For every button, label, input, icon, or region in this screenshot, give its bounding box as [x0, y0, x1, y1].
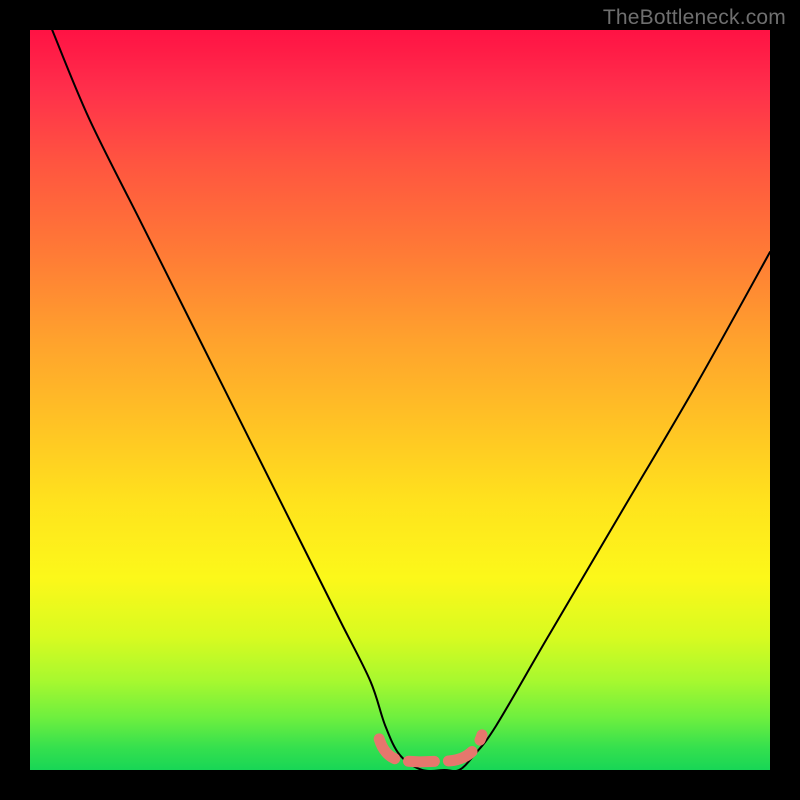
plot-area [30, 30, 770, 770]
curve-svg [30, 30, 770, 770]
watermark-text: TheBottleneck.com [603, 6, 786, 30]
bottleneck-curve [52, 30, 770, 770]
chart-frame: TheBottleneck.com [0, 0, 800, 800]
